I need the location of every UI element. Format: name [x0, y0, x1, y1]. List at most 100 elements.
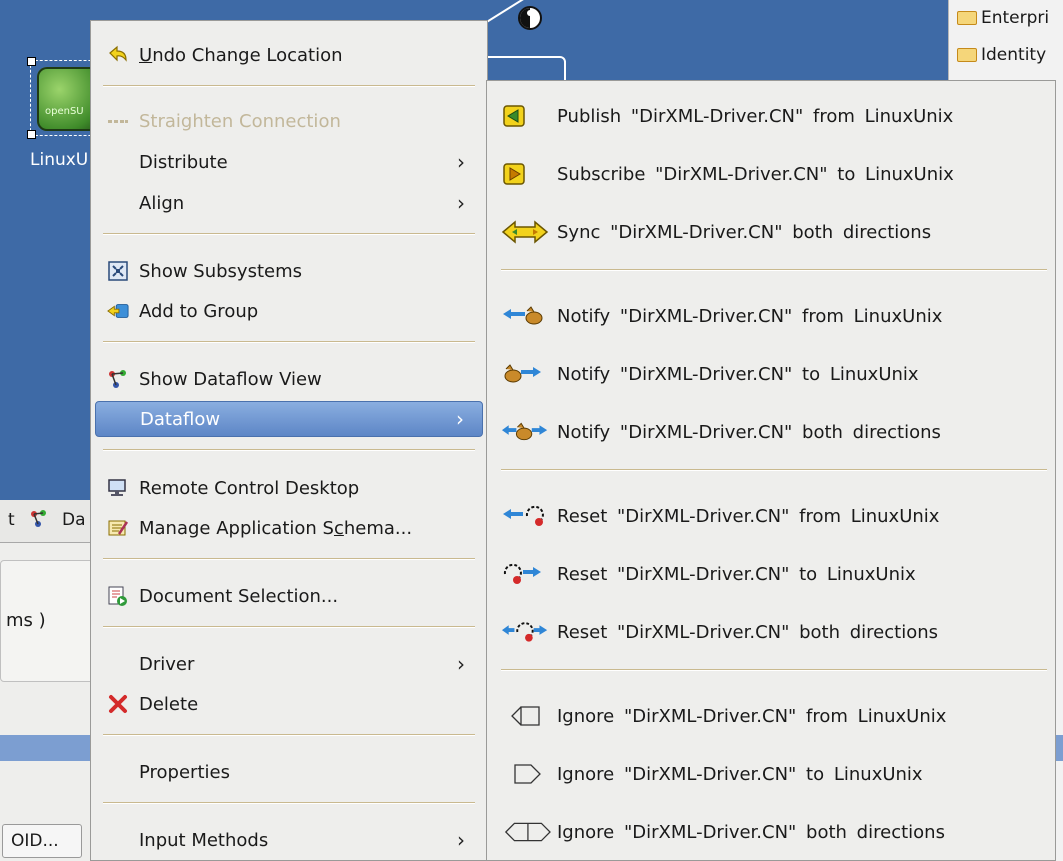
menu-separator [103, 233, 475, 235]
schema-label-b: hema... [343, 517, 413, 539]
schema-icon [107, 517, 129, 539]
submenu-item-label: Reset "DirXML-Driver.CN" both directions [557, 621, 938, 643]
reset-from-icon [501, 501, 551, 531]
straighten-icon [107, 110, 129, 132]
submenu-item-reset-both[interactable]: Reset "DirXML-Driver.CN" both directions [495, 613, 1045, 651]
submenu-item-sync[interactable]: Sync "DirXML-Driver.CN" both directions [495, 213, 1045, 251]
menu-separator [103, 85, 475, 87]
menu-item-label: Dataflow [140, 408, 221, 430]
ignore-from-icon [501, 701, 551, 731]
delete-icon [107, 693, 129, 715]
menu-item-dataflow[interactable]: Dataflow › [95, 401, 483, 437]
selection-handle[interactable] [27, 130, 36, 139]
tree-item-enterprise[interactable]: Enterpri [957, 8, 1049, 28]
menu-item-undo[interactable]: Undo Change Location [95, 37, 483, 73]
selection-handle[interactable] [27, 57, 36, 66]
ignore-both-icon [501, 817, 551, 847]
submenu-separator [501, 469, 1047, 471]
submenu-separator [501, 669, 1047, 671]
tree-item-identity[interactable]: Identity [957, 45, 1046, 65]
submenu-item-label: Ignore "DirXML-Driver.CN" to LinuxUnix [557, 763, 923, 785]
document-icon [107, 585, 129, 607]
menu-separator [103, 449, 475, 451]
submenu-item-notify-from[interactable]: Notify "DirXML-Driver.CN" from LinuxUnix [495, 297, 1045, 335]
panel-text: ms ) [6, 610, 46, 631]
submenu-item-label: Subscribe "DirXML-Driver.CN" to LinuxUni… [557, 163, 954, 185]
menu-item-show-dataflow[interactable]: Show Dataflow View [95, 361, 483, 397]
submenu-item-reset-from[interactable]: Reset "DirXML-Driver.CN" from LinuxUnix [495, 497, 1045, 535]
menu-separator [103, 341, 475, 343]
yin-yang-icon [518, 6, 542, 30]
submenu-item-notify-to[interactable]: Notify "DirXML-Driver.CN" to LinuxUnix [495, 355, 1045, 393]
publish-icon [501, 101, 551, 131]
menu-item-manage-schema[interactable]: Manage Application Schema... [95, 510, 483, 546]
tab-dataflow[interactable]: Da [62, 510, 86, 530]
menu-item-show-subsystems[interactable]: Show Subsystems [95, 253, 483, 289]
sync-icon [501, 217, 551, 247]
menu-item-label: Delete [139, 693, 199, 715]
tab-fragment[interactable]: t [8, 510, 15, 530]
menu-item-remote-control[interactable]: Remote Control Desktop [95, 470, 483, 506]
menu-item-label: Add to Group [139, 300, 259, 322]
ignore-to-icon [501, 759, 551, 789]
submenu-arrow-icon: › [457, 828, 465, 852]
submenu-arrow-icon: › [457, 652, 465, 676]
menu-item-align[interactable]: Align › [95, 185, 483, 221]
submenu-arrow-icon: › [457, 191, 465, 215]
menu-separator [103, 802, 475, 804]
notify-from-icon [501, 301, 551, 331]
subscribe-icon [501, 159, 551, 189]
dataflow-submenu: Publish "DirXML-Driver.CN" from LinuxUni… [486, 80, 1056, 861]
submenu-item-notify-both[interactable]: Notify "DirXML-Driver.CN" both direction… [495, 413, 1045, 451]
submenu-item-label: Sync "DirXML-Driver.CN" both directions [557, 221, 932, 243]
reset-both-icon [501, 617, 551, 647]
submenu-item-subscribe[interactable]: Subscribe "DirXML-Driver.CN" to LinuxUni… [495, 155, 1045, 193]
schema-label-a: Manage Application S [139, 517, 334, 539]
menu-item-document-selection[interactable]: Document Selection... [95, 578, 483, 614]
reset-to-icon [501, 559, 551, 589]
monitor-icon [107, 477, 129, 499]
menu-item-input-methods[interactable]: Input Methods › [95, 822, 483, 858]
menu-item-label: Undo Change Location [139, 44, 343, 66]
menu-item-label: Align [139, 192, 185, 214]
submenu-item-ignore-both[interactable]: Ignore "DirXML-Driver.CN" both direction… [495, 813, 1045, 851]
menu-item-label: Input Methods [139, 829, 269, 851]
dataflow-icon [107, 368, 129, 390]
submenu-arrow-icon: › [457, 150, 465, 174]
submenu-arrow-icon: › [456, 407, 464, 431]
menu-item-label: Show Dataflow View [139, 368, 322, 390]
menu-item-label: Distribute [139, 151, 228, 173]
undo-label-rest: ndo Change Location [152, 44, 343, 66]
submenu-item-label: Notify "DirXML-Driver.CN" from LinuxUnix [557, 305, 943, 327]
menu-item-label: Remote Control Desktop [139, 477, 360, 499]
tree-item-label: Enterpri [981, 8, 1050, 28]
folder-icon [957, 11, 977, 25]
submenu-item-label: Notify "DirXML-Driver.CN" to LinuxUnix [557, 363, 919, 385]
tree-item-label: Identity [981, 45, 1047, 65]
submenu-item-ignore-from[interactable]: Ignore "DirXML-Driver.CN" from LinuxUnix [495, 697, 1045, 735]
menu-item-delete[interactable]: Delete [95, 686, 483, 722]
submenu-separator [501, 269, 1047, 271]
dataflow-tab-icon [28, 508, 50, 530]
submenu-item-label: Ignore "DirXML-Driver.CN" both direction… [557, 821, 945, 843]
logo-text: openSU [45, 106, 84, 117]
menu-item-driver[interactable]: Driver › [95, 646, 483, 682]
menu-item-label: Properties [139, 761, 230, 783]
context-menu: Undo Change Location Straighten Connecti… [90, 20, 488, 861]
submenu-item-reset-to[interactable]: Reset "DirXML-Driver.CN" to LinuxUnix [495, 555, 1045, 593]
menu-item-label: Manage Application Schema... [139, 517, 413, 539]
submenu-item-publish[interactable]: Publish "DirXML-Driver.CN" from LinuxUni… [495, 97, 1045, 135]
submenu-item-label: Notify "DirXML-Driver.CN" both direction… [557, 421, 941, 443]
menu-item-properties[interactable]: Properties [95, 754, 483, 790]
menu-item-distribute[interactable]: Distribute › [95, 144, 483, 180]
oid-button[interactable]: OID... [2, 824, 82, 858]
notify-both-icon [501, 417, 551, 447]
add-group-icon [107, 300, 129, 322]
menu-item-add-to-group[interactable]: Add to Group [95, 293, 483, 329]
notify-to-icon [501, 359, 551, 389]
menu-item-straighten: Straighten Connection [95, 103, 483, 139]
subsystems-icon [107, 260, 129, 282]
menu-item-label: Driver [139, 653, 195, 675]
submenu-item-ignore-to[interactable]: Ignore "DirXML-Driver.CN" to LinuxUnix [495, 755, 1045, 793]
folder-icon [957, 48, 977, 62]
